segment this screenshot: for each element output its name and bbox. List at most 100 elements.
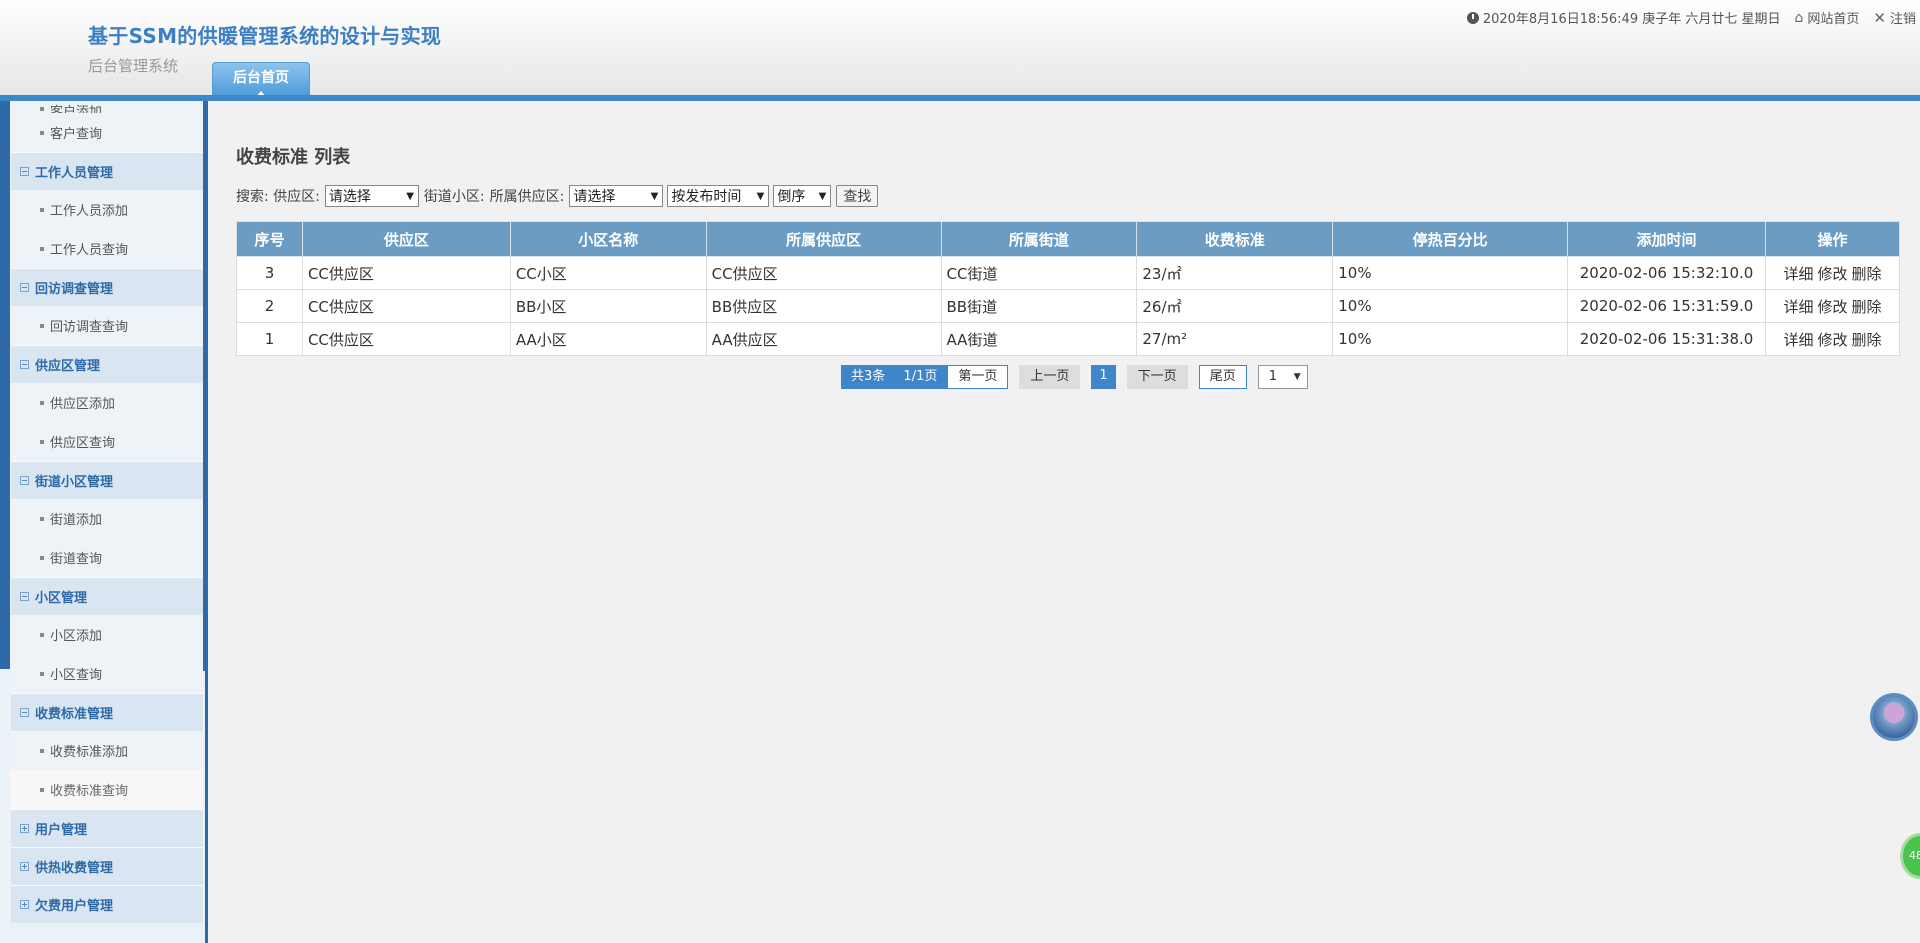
home-link[interactable]: ⌂ 网站首页 (1795, 8, 1860, 28)
order-select[interactable]: 倒序 ▼ (773, 185, 832, 207)
sidebar-item[interactable]: 回访调查查询 (10, 306, 203, 345)
sidebar-group[interactable]: 回访调查管理 (11, 268, 203, 306)
table-row: 3 CC供应区 CC小区 CC供应区 CC街道 23/㎡ 10% 2020-02-06 15:… (236, 256, 1900, 290)
page-jump-value: 1 (1268, 369, 1277, 384)
prev-page-button[interactable]: 上一页 (1019, 365, 1081, 389)
sidebar-item-label: 小区添加 (50, 629, 103, 644)
table-row: 2 CC供应区 BB小区 BB供应区 BB街道 26/㎡ 10% 2020-02-06 15:… (236, 289, 1900, 323)
edit-link[interactable]: 修改 (1817, 298, 1847, 316)
column-header: 小区名称 (509, 221, 707, 257)
sidebar-item[interactable]: 工作人员添加 (10, 190, 203, 229)
next-page-button[interactable]: 下一页 (1126, 365, 1188, 389)
dropdown-arrow-icon: ▼ (818, 191, 827, 202)
chat-avatar-icon[interactable] (1870, 693, 1918, 741)
delete-link[interactable]: 删除 (1852, 265, 1882, 283)
sidebar-item[interactable]: 供应区添加 (10, 383, 203, 422)
table-cell: AA小区 (509, 322, 707, 356)
supply-select-value: 请选择 (328, 189, 371, 205)
sidebar-item-label: 供应区查询 (50, 436, 116, 451)
table-cell: 3 (236, 256, 303, 290)
sidebar-group[interactable]: 供应区管理 (11, 345, 203, 383)
sidebar-group-label: 欠费用户管理 (35, 899, 114, 914)
sidebar-item[interactable]: 收费标准添加 (10, 731, 203, 770)
sidebar-group[interactable]: 工作人员管理 (11, 152, 203, 190)
sidebar-group-label: 街道小区管理 (35, 475, 114, 490)
table-cell: CC供应区 (301, 256, 511, 290)
sidebar-group[interactable]: 供热收费管理 (11, 847, 203, 885)
sidebar-item[interactable]: 小区添加 (10, 615, 203, 654)
sidebar-menu: 客户添加 客户查询 工作人员管理 工作人员添加 工作人员查询 回访调查管理 回访调查查询供… (10, 101, 203, 923)
detail-link[interactable]: 详细 (1783, 298, 1813, 316)
sidebar-group[interactable]: 小区管理 (11, 577, 203, 615)
sidebar-item-label: 客户添加 (50, 105, 103, 113)
column-header: 收费标准 (1136, 221, 1334, 257)
area-select[interactable]: 请选择 ▼ (569, 185, 664, 207)
logout-link[interactable]: ✕ 注销 (1873, 8, 1916, 28)
sidebar-item[interactable]: 工作人员查询 (10, 229, 203, 268)
collapse-icon (20, 360, 29, 369)
clock-icon (1466, 11, 1479, 24)
sidebar-item-partial[interactable]: 客户添加 (10, 101, 203, 113)
sidebar-scrollbar[interactable] (203, 101, 205, 671)
street-label: 街道小区: (423, 189, 485, 205)
table-cell: 2 (236, 289, 303, 323)
supply-select[interactable]: 请选择 ▼ (324, 185, 419, 207)
sidebar-item-label: 工作人员添加 (50, 204, 129, 219)
sidebar-item[interactable]: 小区查询 (10, 654, 203, 693)
collapse-icon (20, 592, 29, 601)
table-row: 1 CC供应区 AA小区 AA供应区 AA街道 27/m² 10% 2020-02-06 15… (236, 322, 1900, 356)
page-title: 收费标准 列表 (236, 147, 351, 168)
sidebar-item-label: 收费标准查询 (50, 784, 129, 799)
table-cell: 10% (1332, 289, 1569, 323)
dropdown-arrow-icon: ▼ (1293, 372, 1301, 382)
sidebar-group[interactable]: 收费标准管理 (11, 693, 203, 731)
sidebar-item[interactable]: 街道添加 (10, 499, 203, 538)
current-page-button[interactable]: 1 (1091, 365, 1116, 389)
sidebar-edge (0, 101, 10, 669)
find-button[interactable]: 查找 (836, 185, 879, 207)
collapse-icon (20, 283, 29, 292)
sidebar-item[interactable]: 收费标准查询 (10, 770, 203, 809)
expand-icon (20, 862, 29, 871)
first-page-button[interactable]: 第一页 (947, 365, 1009, 389)
pager-info: 共3条 1/1页 (841, 365, 948, 389)
page-jump-select[interactable]: 1 ▼ (1257, 365, 1308, 389)
dropdown-arrow-icon: ▼ (650, 191, 659, 202)
table-cell: CC供应区 (301, 322, 511, 356)
sidebar-item-label: 街道添加 (50, 513, 103, 528)
table-cell: BB小区 (509, 289, 707, 323)
sidebar-group[interactable]: 街道小区管理 (11, 461, 203, 499)
sidebar-group[interactable]: 用户管理 (11, 809, 203, 847)
table-cell: BB供应区 (705, 289, 942, 323)
sidebar-item[interactable]: 街道查询 (10, 538, 203, 577)
column-header: 操作 (1765, 221, 1900, 257)
table-body: 3 CC供应区 CC小区 CC供应区 CC街道 23/㎡ 10% 2020-02-06 15:… (236, 256, 1900, 356)
edit-link[interactable]: 修改 (1817, 265, 1847, 283)
pager-pages: 1/1页 (903, 369, 938, 384)
area-select-value: 请选择 (573, 189, 616, 205)
edit-link[interactable]: 修改 (1817, 331, 1847, 349)
last-page-button[interactable]: 尾页 (1198, 365, 1247, 389)
sidebar-item-label: 工作人员查询 (50, 243, 129, 258)
sidebar-item[interactable]: 客户查询 (10, 113, 203, 152)
dropdown-arrow-icon: ▼ (406, 191, 414, 202)
sidebar-item-label: 街道查询 (50, 552, 103, 567)
sidebar-item-label: 回访调查查询 (50, 320, 129, 335)
search-bar: 搜索: 供应区: 请选择 ▼ 街道小区: 所属供应区: 请选择 ▼ 按发布时间 … (236, 185, 879, 207)
sidebar-item-label: 客户查询 (50, 127, 103, 142)
detail-link[interactable]: 详细 (1783, 331, 1813, 349)
delete-link[interactable]: 删除 (1852, 298, 1882, 316)
delete-link[interactable]: 删除 (1852, 331, 1882, 349)
sidebar-group-label: 小区管理 (35, 591, 88, 606)
detail-link[interactable]: 详细 (1783, 265, 1813, 283)
table-actions: 详细 修改 删除 (1765, 289, 1900, 323)
sort-select[interactable]: 按发布时间 ▼ (667, 185, 770, 207)
table-cell: CC小区 (509, 256, 707, 290)
sidebar-group[interactable]: 欠费用户管理 (11, 885, 203, 923)
close-icon: ✕ (1873, 8, 1886, 27)
table-cell: AA街道 (940, 322, 1138, 356)
table-cell: 1 (236, 322, 303, 356)
tab-home[interactable]: 后台首页 (212, 62, 310, 97)
table-cell: 2020-02-06 15:32:10.0 (1567, 256, 1766, 290)
sidebar-item[interactable]: 供应区查询 (10, 422, 203, 461)
